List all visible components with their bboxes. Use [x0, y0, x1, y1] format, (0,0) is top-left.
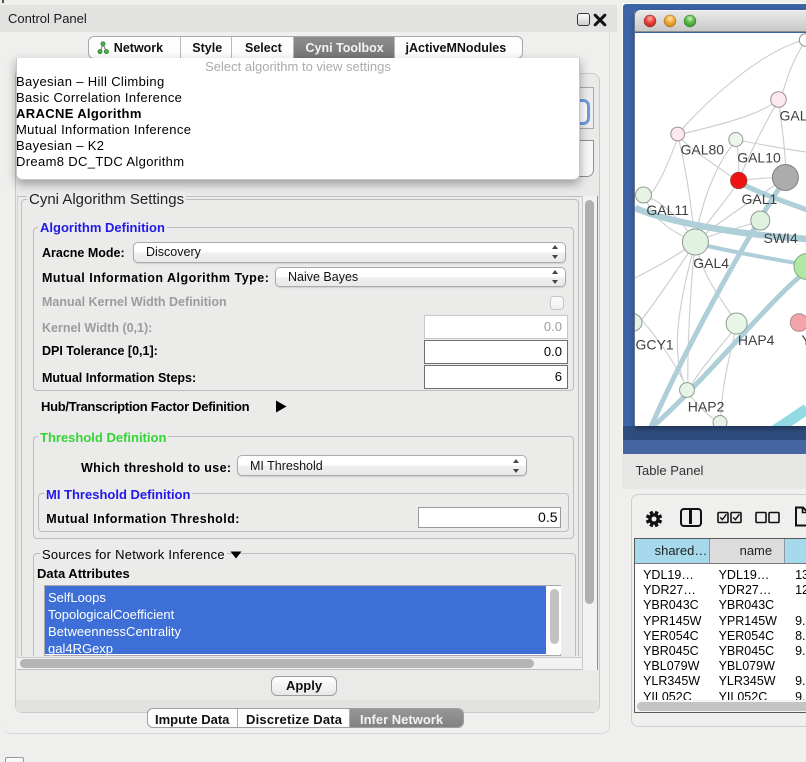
svg-text:SWI4: SWI4: [763, 230, 797, 246]
svg-text:HAP2: HAP2: [687, 398, 724, 414]
svg-text:HAP4: HAP4: [737, 332, 774, 348]
svg-text:GAL1: GAL1: [741, 191, 777, 207]
svg-text:YE: YE: [801, 332, 806, 348]
svg-text:GAL11: GAL11: [646, 202, 689, 218]
svg-text:GAL10: GAL10: [737, 149, 781, 165]
svg-text:GAL80: GAL80: [680, 141, 724, 157]
svg-text:GCY1: GCY1: [635, 336, 673, 352]
svg-text:GAL7: GAL7: [779, 107, 806, 123]
svg-text:GAL4: GAL4: [693, 255, 729, 271]
